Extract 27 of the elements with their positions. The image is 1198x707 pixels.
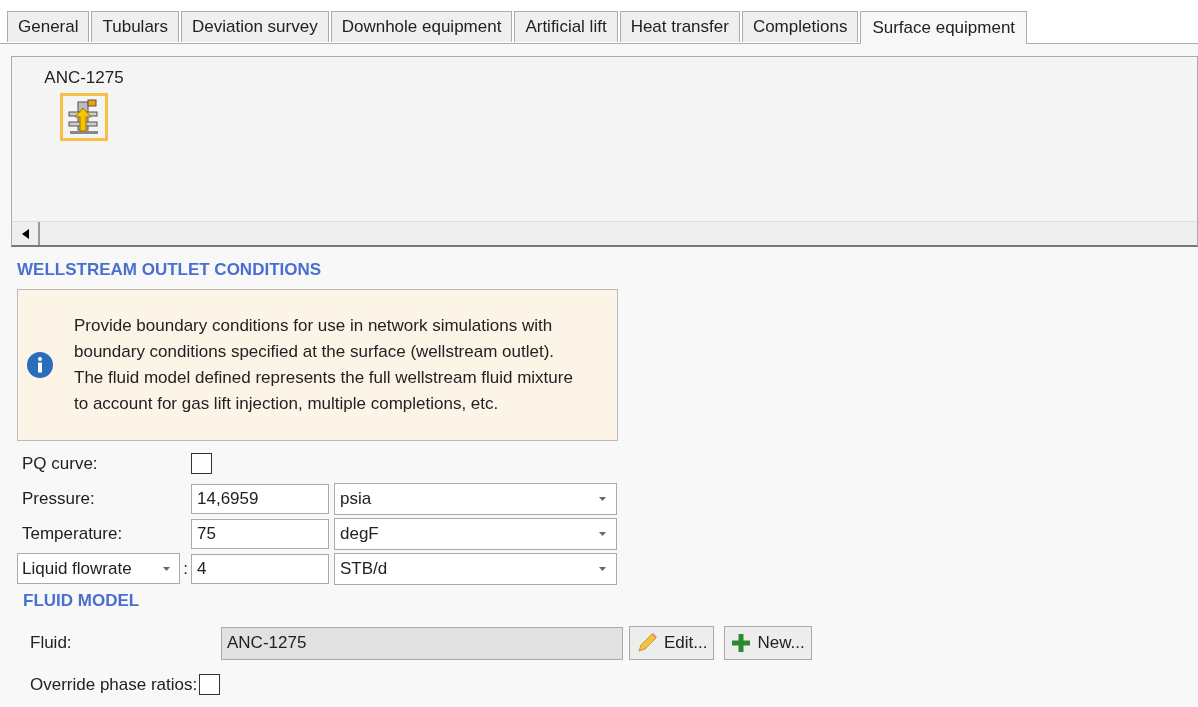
field-label: Temperature: bbox=[21, 522, 124, 545]
field-label: Pressure: bbox=[21, 487, 96, 510]
node-label: ANC-1275 bbox=[44, 67, 124, 89]
value-field[interactable]: 4 bbox=[191, 553, 329, 584]
field-label: Override phase ratios: bbox=[30, 674, 198, 696]
field-label: Fluid: bbox=[29, 632, 73, 655]
value-field[interactable]: 14,6959 bbox=[191, 483, 329, 514]
new-button[interactable]: New... bbox=[724, 626, 812, 660]
separator-text: : bbox=[182, 557, 189, 580]
quantity-dropdown[interactable]: Liquid flowrate bbox=[17, 553, 180, 584]
unit-dropdown[interactable]: degF bbox=[334, 517, 617, 550]
section-heading: FLUID MODEL bbox=[23, 589, 141, 612]
tab[interactable]: Tubulars bbox=[91, 11, 179, 42]
field-label: PQ curve: bbox=[21, 452, 99, 475]
tab[interactable]: Deviation survey bbox=[181, 11, 329, 42]
tab[interactable]: Downhole equipment bbox=[330, 11, 513, 42]
unit-dropdown[interactable]: STB/d bbox=[334, 552, 617, 585]
tab[interactable]: Completions bbox=[741, 11, 859, 42]
section-heading: WELLSTREAM OUTLET CONDITIONS bbox=[17, 259, 323, 281]
tab[interactable]: Artificial lift bbox=[514, 11, 618, 42]
edit-button[interactable]: Edit... bbox=[629, 626, 715, 660]
tab[interactable]: Heat transfer bbox=[619, 11, 740, 42]
unit-dropdown[interactable]: psia bbox=[334, 482, 617, 515]
tab[interactable]: Surface equipment bbox=[860, 11, 1028, 44]
info-text: Provide boundary conditions for use in network simulations with boundary conditions specified at the surface (wellstream outlet). The fluid model defined represents the full wellstream fluid mixture to account for gas lift injection, multiple completions, etc. bbox=[74, 314, 574, 415]
value-field[interactable]: 75 bbox=[191, 518, 329, 549]
tab[interactable]: General bbox=[7, 11, 90, 42]
